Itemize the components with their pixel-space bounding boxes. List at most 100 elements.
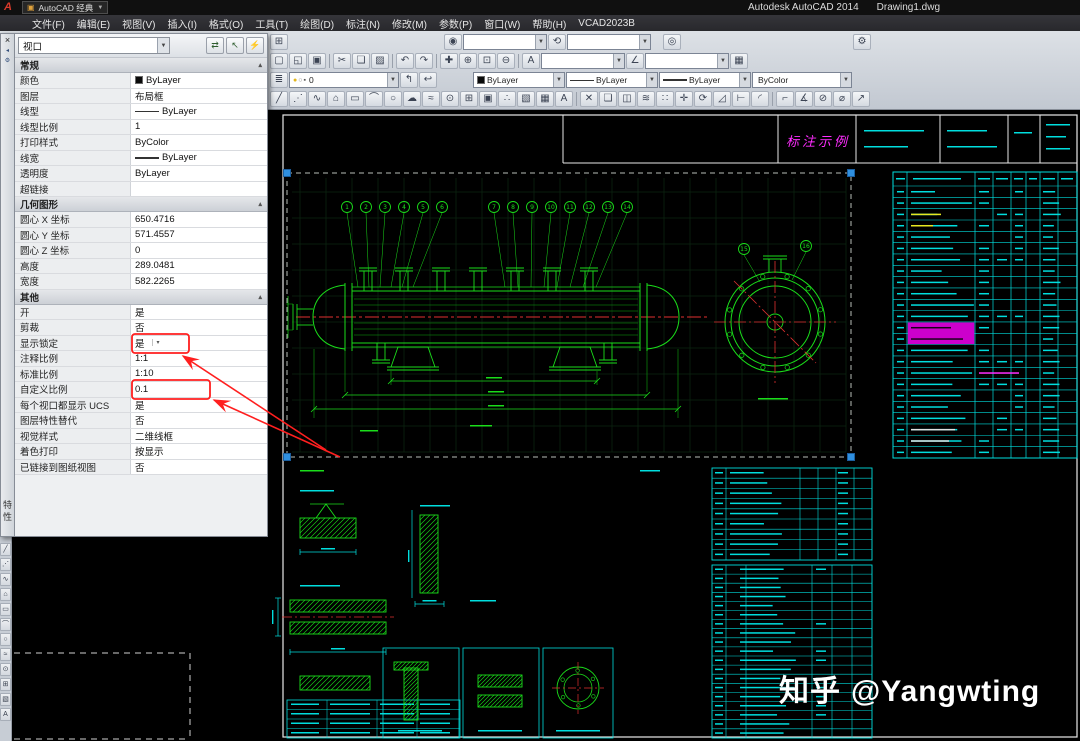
scale-icon[interactable]: ◿ (713, 91, 731, 107)
viewports-dialog-icon[interactable]: ⊞ (270, 34, 288, 50)
leader-icon[interactable]: ↗ (852, 91, 870, 107)
chevron-down-icon[interactable]: ▼ (387, 73, 398, 87)
line-icon[interactable]: ╱ (270, 91, 288, 107)
menu-item-8[interactable]: 标注(N) (340, 15, 386, 31)
arc-icon[interactable]: ⌒ (0, 618, 11, 631)
text-style-icon[interactable]: A (522, 53, 540, 69)
array-icon[interactable]: ∷ (656, 91, 674, 107)
rotate-icon[interactable]: ⟳ (694, 91, 712, 107)
trim-icon[interactable]: ⊢ (732, 91, 750, 107)
chevron-down-icon[interactable]: ▼ (739, 73, 750, 87)
spline-icon[interactable]: ≈ (0, 648, 11, 661)
menu-item-11[interactable]: 窗口(W) (478, 15, 526, 31)
menu-item-4[interactable]: 插入(I) (161, 15, 202, 31)
pan-icon[interactable]: ✚ (440, 53, 458, 69)
property-value[interactable]: 否 (131, 413, 267, 428)
menu-item-6[interactable]: 工具(T) (249, 15, 294, 31)
chevron-down-icon[interactable]: ▼ (639, 35, 650, 49)
dim-style-select[interactable]: ▼ (645, 53, 729, 69)
chevron-down-icon[interactable]: ▼ (613, 54, 624, 68)
property-value[interactable]: 582.2265 (131, 274, 267, 289)
paste-icon[interactable]: ▨ (371, 53, 389, 69)
property-value[interactable]: ByLayer (131, 150, 267, 165)
menu-item-7[interactable]: 绘图(D) (294, 15, 340, 31)
menu-item-13[interactable]: VCAD2023B (572, 15, 641, 31)
insert-block-icon[interactable]: ⊞ (460, 91, 478, 107)
redo-icon[interactable]: ↷ (415, 53, 433, 69)
chevron-down-icon[interactable]: ▼ (646, 73, 657, 87)
select-objects-button[interactable]: ↖ (226, 37, 244, 54)
palette-section-header[interactable]: 常规 ▴ (15, 58, 267, 73)
copy-icon[interactable]: ❏ (352, 53, 370, 69)
property-value[interactable]: 1:1 (131, 351, 267, 366)
diameter-dimension-icon[interactable]: ⌀ (833, 91, 851, 107)
open-file-icon[interactable]: ◱ (289, 53, 307, 69)
chevron-down-icon[interactable]: ▼ (535, 35, 546, 49)
dim-style-icon[interactable]: ∠ (626, 53, 644, 69)
property-value[interactable]: 289.0481 (131, 258, 267, 273)
close-icon[interactable]: × (5, 35, 10, 45)
quick-select-button[interactable]: ⚡ (246, 37, 264, 54)
offset-icon[interactable]: ≋ (637, 91, 655, 107)
zoom-window-icon[interactable]: ⊡ (478, 53, 496, 69)
annotation-monitor-icon[interactable]: ◎ (663, 34, 681, 50)
property-value[interactable]: 是 (131, 304, 267, 319)
line-icon[interactable]: ╱ (0, 543, 11, 556)
undo-icon[interactable]: ↶ (396, 53, 414, 69)
property-value[interactable]: 是 ▾ (131, 335, 267, 350)
cut-icon[interactable]: ✂ (333, 53, 351, 69)
insert-block-icon[interactable]: ⊞ (0, 678, 11, 691)
layer-previous-icon[interactable]: ↩ (419, 72, 437, 88)
copy-object-icon[interactable]: ❏ (599, 91, 617, 107)
menu-item-9[interactable]: 修改(M) (386, 15, 433, 31)
circle-icon[interactable]: ○ (384, 91, 402, 107)
menu-item-3[interactable]: 视图(V) (116, 15, 161, 31)
new-file-icon[interactable]: ▢ (270, 53, 288, 69)
annotation-autoscale-icon[interactable]: ⟲ (548, 34, 566, 50)
save-file-icon[interactable]: ▣ (308, 53, 326, 69)
property-value[interactable]: 布局框 (131, 88, 267, 103)
spline-icon[interactable]: ≈ (422, 91, 440, 107)
layer-properties-icon[interactable]: ≣ (270, 72, 288, 88)
circle-icon[interactable]: ○ (0, 633, 11, 646)
property-value[interactable]: ByColor (131, 135, 267, 150)
text-icon[interactable]: A (0, 708, 11, 721)
lineweight-select[interactable]: ByLayer ▼ (659, 72, 751, 88)
table-style-icon[interactable]: ▦ (730, 53, 748, 69)
property-value[interactable]: 1 (131, 119, 267, 134)
viewport-scale-select[interactable]: ▼ (463, 34, 547, 50)
color-select[interactable]: ByLayer ▼ (473, 72, 565, 88)
property-value[interactable]: 是 (131, 397, 267, 412)
table-icon[interactable]: ▦ (536, 91, 554, 107)
property-value[interactable]: 按显示 (131, 444, 267, 459)
chevron-down-icon[interactable]: ▼ (553, 73, 564, 87)
property-value[interactable]: 否 (131, 320, 267, 335)
palette-settings-icon[interactable]: ⚙ (3, 55, 12, 65)
menu-item-5[interactable]: 格式(O) (203, 15, 249, 31)
selection-type-select[interactable]: 视口 ▼ (18, 37, 170, 54)
palette-section-header[interactable]: 其他 ▴ (15, 289, 267, 305)
make-block-icon[interactable]: ▣ (479, 91, 497, 107)
menu-item-10[interactable]: 参数(P) (433, 15, 478, 31)
property-value[interactable]: 650.4716 (131, 212, 267, 227)
text-style-select[interactable]: ▼ (541, 53, 625, 69)
property-value[interactable]: 二维线框 (131, 428, 267, 443)
layer-make-current-icon[interactable]: ↰ (400, 72, 418, 88)
ellipse-icon[interactable]: ⊙ (0, 663, 11, 676)
hatch-icon[interactable]: ▧ (517, 91, 535, 107)
hatch-icon[interactable]: ▧ (0, 693, 11, 706)
rectangle-icon[interactable]: ▭ (346, 91, 364, 107)
arc-icon[interactable]: ⌒ (365, 91, 383, 107)
mirror-icon[interactable]: ◫ (618, 91, 636, 107)
fillet-icon[interactable]: ◜ (751, 91, 769, 107)
property-value[interactable]: 571.4557 (131, 227, 267, 242)
radius-dimension-icon[interactable]: ⊘ (814, 91, 832, 107)
layer-select[interactable]: ● ○ ▪ 0 ▼ (289, 72, 399, 88)
plot-style-select[interactable]: ByColor ▼ (752, 72, 852, 88)
menu-item-1[interactable]: 文件(F) (26, 15, 71, 31)
collapse-arrow-icon[interactable]: ▴ (258, 200, 262, 208)
autohide-icon[interactable]: ◂ (3, 45, 12, 55)
property-value[interactable]: 0 (131, 243, 267, 258)
linetype-select[interactable]: ByLayer ▼ (566, 72, 658, 88)
revision-cloud-icon[interactable]: ☁ (403, 91, 421, 107)
